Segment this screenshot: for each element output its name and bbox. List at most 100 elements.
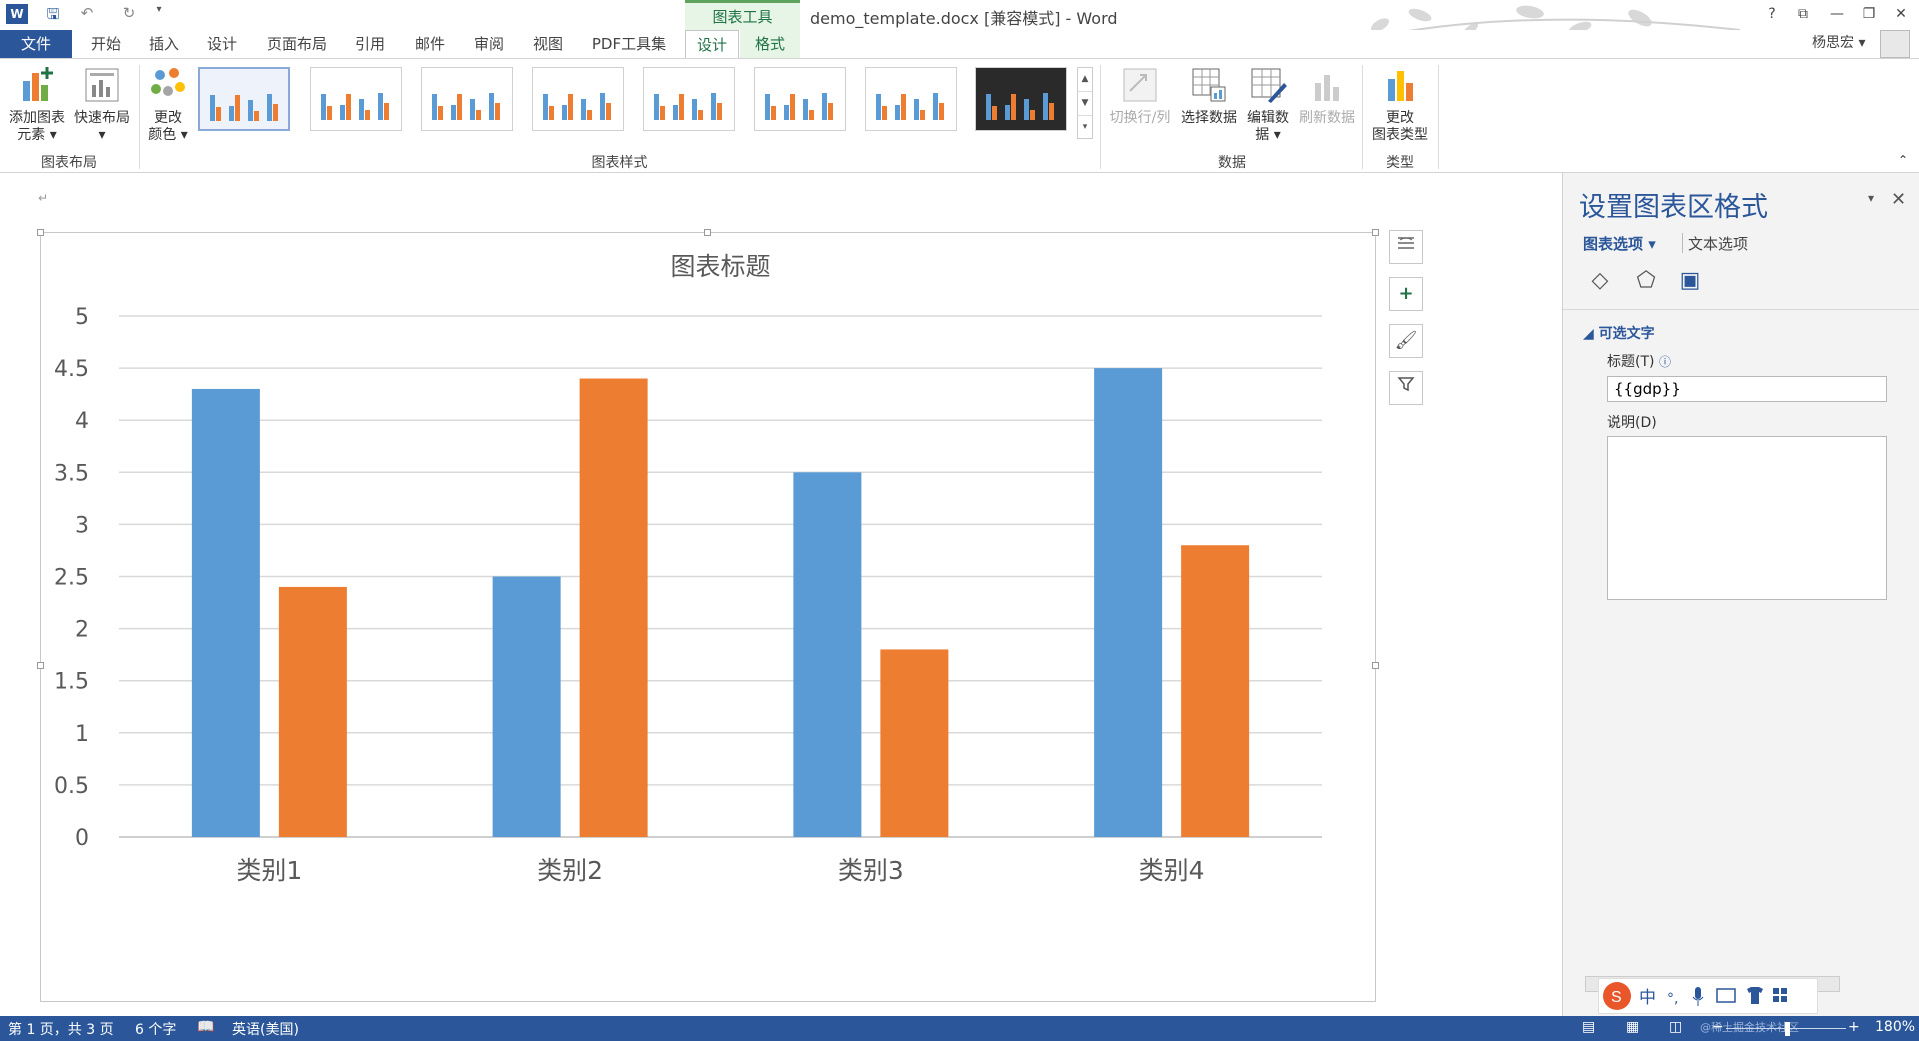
tab-file[interactable]: 文件 bbox=[0, 30, 72, 58]
change-chart-type-label-2: 图表类型 bbox=[1372, 127, 1428, 143]
pane-options-icon[interactable]: ▾ bbox=[1868, 191, 1874, 205]
chart-elements-button[interactable]: + bbox=[1389, 277, 1423, 311]
collapse-ribbon-icon[interactable]: ⌃ bbox=[1893, 152, 1913, 169]
chart-area[interactable]: 图表标题 0 0.5 1 1.5 2 2.5 3 3.5 4 4.5 5 类别1 类别2 类别3 类别4 bbox=[40, 232, 1376, 1002]
edit-data-icon bbox=[1251, 68, 1287, 103]
page-count[interactable]: 第 1 页，共 3 页 bbox=[8, 1019, 114, 1039]
save-icon[interactable]: 🖫 bbox=[42, 4, 64, 24]
chart-style-thumbnail[interactable] bbox=[532, 67, 624, 131]
y-tick-label: 1.5 bbox=[54, 670, 89, 695]
print-layout-icon[interactable]: ▦ bbox=[1626, 1019, 1639, 1035]
group-label-chart-layout: 图表布局 bbox=[41, 155, 97, 171]
resize-handle[interactable] bbox=[1372, 229, 1379, 236]
select-data-icon bbox=[1192, 68, 1226, 102]
chart-style-preview-icon bbox=[210, 94, 278, 121]
add-chart-element-button[interactable]: 添加图表 元素 ▾ bbox=[4, 65, 70, 144]
chart-style-thumbnail[interactable] bbox=[198, 67, 290, 131]
y-tick-label: 5 bbox=[75, 305, 89, 330]
chart-style-preview-icon bbox=[321, 93, 389, 120]
resize-handle[interactable] bbox=[37, 229, 44, 236]
language[interactable]: 英语(美国) bbox=[232, 1019, 299, 1039]
zoom-in-icon[interactable]: + bbox=[1848, 1019, 1860, 1035]
effects-icon[interactable]: ⬠ bbox=[1633, 268, 1659, 294]
chart-style-thumbnail[interactable] bbox=[421, 67, 513, 131]
chart-style-preview-icon bbox=[986, 93, 1054, 120]
tab-chart-design[interactable]: 设计 bbox=[685, 30, 739, 59]
alt-description-input[interactable] bbox=[1607, 436, 1887, 600]
resize-handle[interactable] bbox=[37, 662, 44, 669]
gallery-more-icon[interactable]: ▾ bbox=[1078, 116, 1092, 139]
zoom-slider-thumb[interactable] bbox=[1785, 1022, 1790, 1036]
change-colors-label-2: 颜色 bbox=[148, 127, 177, 143]
tab-mailings[interactable]: 邮件 bbox=[404, 30, 456, 58]
zoom-out-icon[interactable]: − bbox=[1712, 1019, 1724, 1035]
alt-text-section-header[interactable]: ◢ 可选文字 bbox=[1583, 323, 1655, 343]
resize-handle[interactable] bbox=[1372, 662, 1379, 669]
edit-data-label-1: 编辑数 bbox=[1247, 110, 1289, 126]
gallery-scroll[interactable]: ▲ ▼ ▾ bbox=[1077, 67, 1093, 139]
layout-options-button[interactable] bbox=[1389, 230, 1423, 264]
tab-references[interactable]: 引用 bbox=[344, 30, 396, 58]
change-colors-button[interactable]: 更改 颜色 ▾ bbox=[142, 65, 194, 144]
fill-line-icon[interactable]: ◇ bbox=[1587, 268, 1613, 294]
user-name-label: 杨思宏 bbox=[1812, 35, 1854, 51]
chart-filters-button[interactable] bbox=[1389, 371, 1423, 405]
chart-style-thumbnail[interactable] bbox=[865, 67, 957, 131]
refresh-data-button[interactable]: 刷新数据 bbox=[1294, 65, 1360, 127]
chart-style-thumbnail[interactable] bbox=[975, 67, 1067, 131]
tab-view[interactable]: 视图 bbox=[522, 30, 574, 58]
ribbon: 添加图表 元素 ▾ 快速布局 ▾ 图表布局 更改 颜色 ▾ ▲ ▼ ▾ 图表样式 … bbox=[0, 58, 1919, 173]
chart-style-thumbnail[interactable] bbox=[310, 67, 402, 131]
add-chart-element-label-2: 元素 bbox=[17, 127, 46, 143]
tab-text-options[interactable]: 文本选项 bbox=[1688, 233, 1748, 254]
chart-styles-button[interactable]: 🖌 bbox=[1389, 324, 1423, 358]
redo-icon[interactable]: ↻ bbox=[118, 4, 140, 24]
y-tick-label: 2.5 bbox=[54, 566, 89, 591]
alt-description-label: 说明(D) bbox=[1607, 415, 1657, 431]
close-icon[interactable]: ✕ bbox=[1891, 189, 1906, 210]
change-chart-type-button[interactable]: 更改 图表类型 bbox=[1366, 65, 1434, 144]
bar-series1-2 bbox=[492, 576, 561, 837]
word-logo-icon[interactable]: W bbox=[6, 4, 28, 24]
size-properties-icon[interactable]: ▣ bbox=[1677, 268, 1703, 294]
avatar[interactable] bbox=[1880, 30, 1910, 58]
gallery-down-icon[interactable]: ▼ bbox=[1078, 92, 1092, 116]
web-layout-icon[interactable]: ◫ bbox=[1669, 1019, 1682, 1035]
zoom-level[interactable]: 180% bbox=[1875, 1019, 1915, 1035]
tab-home[interactable]: 开始 bbox=[80, 30, 132, 58]
tab-page-layout[interactable]: 页面布局 bbox=[258, 30, 336, 58]
tab-design-doc[interactable]: 设计 bbox=[196, 30, 248, 58]
tab-chart-options[interactable]: 图表选项 ▾ bbox=[1583, 233, 1656, 254]
tab-pdf-tools[interactable]: PDF工具集 bbox=[584, 30, 674, 58]
close-button[interactable]: ✕ bbox=[1886, 2, 1916, 26]
ime-toolbar[interactable]: S 中 °, bbox=[1598, 978, 1818, 1014]
word-count[interactable]: 6 个字 bbox=[135, 1019, 176, 1039]
ribbon-separator bbox=[1362, 65, 1363, 169]
user-name[interactable]: 杨思宏 ▾ bbox=[1812, 32, 1865, 52]
quick-layout-button[interactable]: 快速布局 ▾ bbox=[70, 65, 134, 144]
tab-chart-format[interactable]: 格式 bbox=[740, 30, 800, 58]
gallery-up-icon[interactable]: ▲ bbox=[1078, 68, 1092, 92]
help-button[interactable]: ? bbox=[1757, 2, 1787, 26]
ribbon-display-button[interactable]: ⧉ bbox=[1788, 2, 1818, 26]
chart-style-thumbnail[interactable] bbox=[643, 67, 735, 131]
minimize-button[interactable]: — bbox=[1822, 2, 1852, 26]
edit-data-button[interactable]: 编辑数 据 ▾ bbox=[1242, 65, 1294, 144]
x-category-label: 类别1 bbox=[236, 856, 302, 885]
select-data-button[interactable]: 选择数据 bbox=[1176, 65, 1242, 127]
proofing-icon[interactable]: 📖 bbox=[197, 1019, 214, 1035]
resize-handle[interactable] bbox=[704, 229, 711, 236]
alt-text-section-label: 可选文字 bbox=[1598, 326, 1655, 342]
tab-review[interactable]: 审阅 bbox=[463, 30, 515, 58]
svg-text:中: 中 bbox=[1639, 988, 1656, 1008]
chart-style-thumbnail[interactable] bbox=[754, 67, 846, 131]
alt-title-input[interactable] bbox=[1607, 376, 1887, 402]
restore-button[interactable]: ❐ bbox=[1854, 2, 1884, 26]
read-mode-icon[interactable]: ▤ bbox=[1582, 1019, 1595, 1035]
customize-icon[interactable]: ▾ bbox=[148, 4, 170, 24]
y-tick-label: 3.5 bbox=[54, 461, 89, 486]
switch-row-column-button[interactable]: 切换行/列 bbox=[1105, 65, 1175, 127]
undo-icon[interactable]: ↶ bbox=[76, 4, 98, 24]
tab-insert[interactable]: 插入 bbox=[138, 30, 190, 58]
info-icon: ⓘ bbox=[1658, 355, 1671, 369]
